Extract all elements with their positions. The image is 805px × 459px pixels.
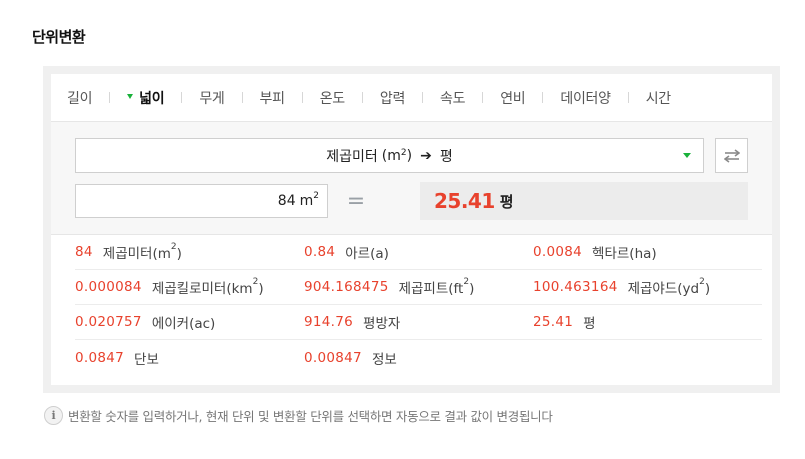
swap-icon bbox=[723, 148, 740, 163]
tab-label: 압력 bbox=[379, 90, 406, 107]
result-row: 84 제곱미터(m2) 0.84 아르(a) 0.0084 헥타르(ha) bbox=[51, 235, 772, 270]
result-item-value: 84 bbox=[75, 244, 93, 260]
chevron-down-icon bbox=[683, 153, 691, 158]
hint-text: i 변환할 숫자를 입력하거나, 현재 단위 및 변환할 단위를 선택하면 자동… bbox=[44, 406, 553, 425]
tab-label: 온도 bbox=[319, 90, 345, 107]
caret-down-icon bbox=[127, 94, 134, 99]
tab-separator bbox=[181, 92, 183, 103]
result-item-value: 904.168475 bbox=[304, 279, 389, 295]
arrow-right-icon: ➔ bbox=[420, 147, 432, 164]
result-item-value: 25.41 bbox=[533, 314, 574, 330]
tab-label: 부피 bbox=[259, 90, 285, 107]
result-item: 0.0847 단보 bbox=[75, 340, 304, 375]
result-item-unit: 평방자 bbox=[363, 316, 401, 332]
result-unit: 평 bbox=[499, 192, 514, 211]
result-item-unit: 헥타르(ha) bbox=[592, 246, 657, 262]
result-box: 25.41 평 bbox=[420, 182, 748, 220]
conversion-area: 제곱미터 (m2) ➔ 평 84 m2 = 25.41 평 bbox=[51, 122, 772, 235]
tab-separator bbox=[542, 92, 544, 103]
tab-separator bbox=[301, 92, 303, 103]
result-item: 0.84 아르(a) bbox=[304, 235, 533, 270]
result-item: 84 제곱미터(m2) bbox=[75, 235, 304, 270]
result-item-value: 0.020757 bbox=[75, 314, 142, 330]
tab-9[interactable]: 시간 bbox=[646, 88, 671, 108]
result-item: 100.463164 제곱야드(yd2) bbox=[533, 270, 762, 305]
result-item-unit: 정보 bbox=[371, 351, 397, 368]
tab-separator bbox=[109, 92, 111, 103]
tab-6[interactable]: 속도 bbox=[440, 88, 465, 108]
tab-separator bbox=[627, 92, 629, 103]
result-item-value: 0.0084 bbox=[533, 244, 583, 260]
from-unit-symbol: (m2) bbox=[381, 147, 413, 164]
result-item: 0.0084 헥타르(ha) bbox=[533, 235, 762, 270]
result-item: 0.00847 정보 bbox=[304, 340, 533, 375]
result-item-value: 0.84 bbox=[304, 244, 336, 260]
tab-7[interactable]: 연비 bbox=[500, 88, 525, 108]
result-item-value: 0.00847 bbox=[304, 349, 362, 366]
value-input[interactable]: 84 m2 bbox=[75, 184, 328, 218]
equals-sign: = bbox=[346, 188, 366, 214]
input-value: 84 bbox=[277, 193, 296, 209]
tab-separator bbox=[422, 92, 424, 103]
tab-label: 속도 bbox=[440, 90, 466, 107]
result-item: 0.020757 에이커(ac) bbox=[75, 305, 304, 340]
result-item-unit: 제곱야드(yd2) bbox=[627, 277, 711, 297]
result-item-unit: 제곱미터(m2) bbox=[102, 242, 182, 262]
result-row: 0.0847 단보 0.00847 정보 bbox=[51, 340, 772, 375]
tab-label: 넓이 bbox=[139, 90, 165, 107]
result-item-value: 0.000084 bbox=[75, 279, 142, 295]
result-item: 904.168475 제곱피트(ft2) bbox=[304, 270, 533, 305]
result-row: 0.000084 제곱킬로미터(km2) 904.168475 제곱피트(ft2) 10… bbox=[51, 270, 772, 305]
result-item-unit: 단보 bbox=[134, 351, 159, 368]
tab-0[interactable]: 길이 bbox=[67, 88, 92, 108]
converter-panel: 길이 넓이 무게 부피 온도 압력 속도 연비 데이터양 시간 제곱미터 (m2) ➔ 평 84 bbox=[43, 66, 780, 393]
section-title: 단위변환 bbox=[32, 28, 86, 46]
tab-label: 데이터양 bbox=[560, 90, 611, 107]
swap-units-button[interactable] bbox=[715, 138, 748, 173]
hint-message: 변환할 숫자를 입력하거나, 현재 단위 및 변환할 단위를 선택하면 자동으로… bbox=[68, 409, 553, 424]
tab-label: 시간 bbox=[645, 90, 671, 107]
tab-5[interactable]: 압력 bbox=[380, 88, 405, 108]
tab-label: 연비 bbox=[500, 90, 526, 107]
result-row: 0.020757 에이커(ac) 914.76 평방자 25.41 평 bbox=[51, 305, 772, 340]
result-item: 25.41 평 bbox=[533, 305, 762, 340]
unit-category-tabs: 길이 넓이 무게 부피 온도 압력 속도 연비 데이터양 시간 bbox=[51, 74, 772, 122]
result-item: 0.000084 제곱킬로미터(km2) bbox=[75, 270, 304, 305]
result-item-unit: 에이커(ac) bbox=[151, 316, 216, 332]
tab-separator bbox=[482, 92, 484, 103]
tab-4[interactable]: 온도 bbox=[320, 88, 345, 108]
result-item-value: 0.0847 bbox=[75, 349, 125, 366]
tab-2[interactable]: 무게 bbox=[199, 88, 224, 108]
result-item-value: 100.463164 bbox=[533, 279, 618, 295]
info-icon: i bbox=[44, 406, 63, 425]
from-unit-label: 제곱미터 bbox=[326, 148, 378, 165]
result-value: 25.41 bbox=[434, 189, 495, 213]
tab-label: 무게 bbox=[199, 90, 225, 107]
result-item-unit: 제곱킬로미터(km2) bbox=[151, 277, 264, 297]
input-unit: m2 bbox=[299, 191, 319, 209]
result-item: 914.76 평방자 bbox=[304, 305, 533, 340]
unit-pair-select[interactable]: 제곱미터 (m2) ➔ 평 bbox=[75, 138, 704, 173]
result-item-unit: 제곱피트(ft2) bbox=[398, 277, 475, 297]
result-item-unit: 아르(a) bbox=[345, 246, 389, 262]
tab-separator bbox=[241, 92, 243, 103]
result-item-unit: 평 bbox=[583, 316, 596, 332]
conversion-results: 84 제곱미터(m2) 0.84 아르(a) 0.0084 헥타르(ha) 0.000084… bbox=[51, 235, 772, 375]
to-unit-label: 평 bbox=[439, 148, 453, 165]
tab-label: 길이 bbox=[67, 90, 93, 107]
result-item-value: 914.76 bbox=[304, 314, 354, 330]
tab-3[interactable]: 부피 bbox=[260, 88, 285, 108]
tab-separator bbox=[361, 92, 363, 103]
tab-8[interactable]: 데이터양 bbox=[560, 88, 611, 108]
converter-card: 길이 넓이 무게 부피 온도 압력 속도 연비 데이터양 시간 제곱미터 (m2) ➔ 평 84 bbox=[51, 74, 772, 385]
tab-1[interactable]: 넓이 bbox=[127, 88, 165, 108]
result-empty-cell bbox=[533, 340, 762, 375]
